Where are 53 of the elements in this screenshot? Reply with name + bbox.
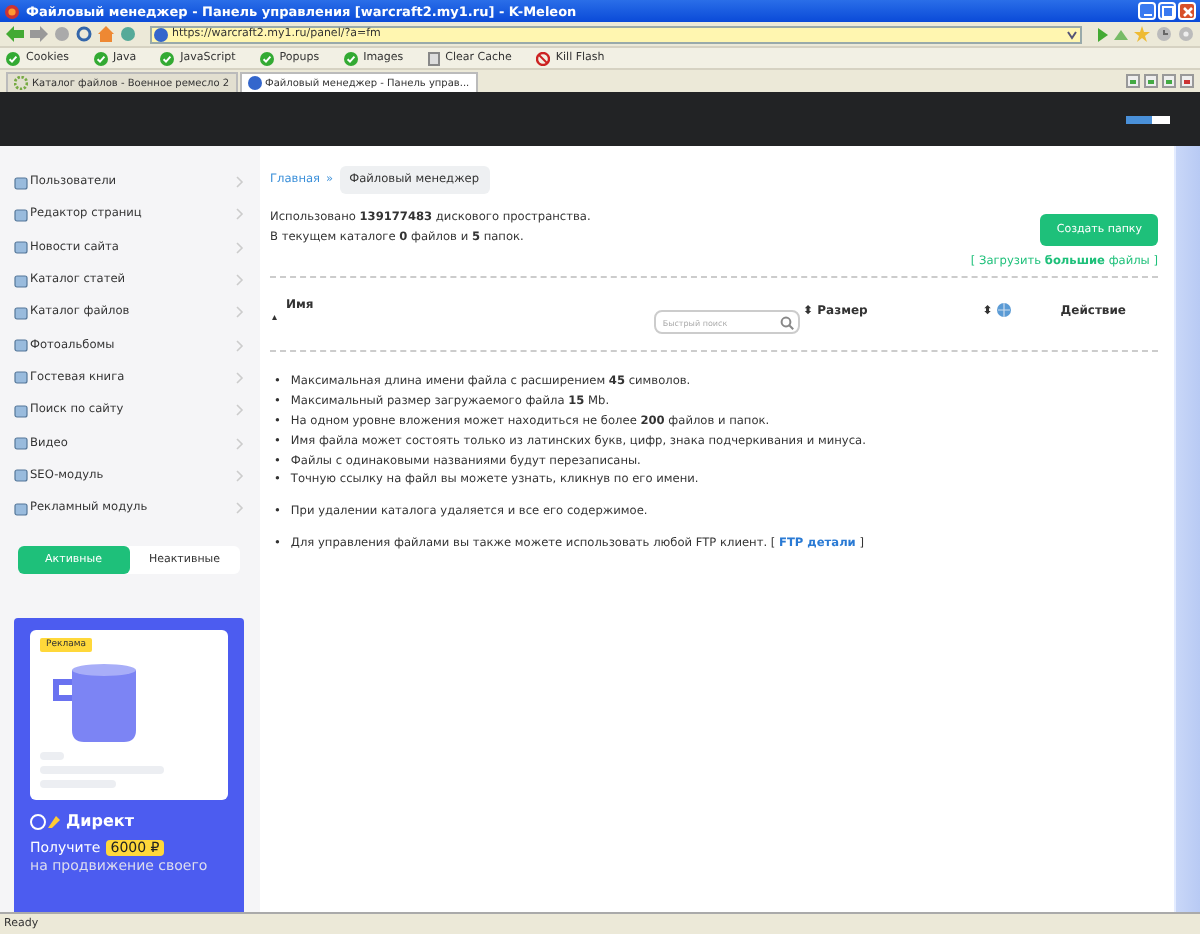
close-button[interactable] (1178, 2, 1196, 20)
module-icon (14, 468, 28, 483)
new-tab-icon[interactable] (1162, 74, 1176, 88)
window-icon[interactable] (1144, 74, 1158, 88)
module-icon (14, 273, 28, 288)
brand-name: Директ (66, 812, 134, 831)
scrollbar[interactable] (1174, 146, 1200, 912)
stop-icon[interactable] (54, 26, 70, 42)
no-entry-icon (535, 51, 550, 65)
dropdown-icon[interactable] (1066, 27, 1078, 41)
forward-arrow-icon[interactable] (30, 26, 48, 42)
home-icon[interactable] (98, 26, 114, 42)
module-icon (14, 436, 28, 451)
site-icon (247, 76, 262, 90)
module-icon (14, 370, 28, 385)
module-icon (14, 175, 28, 190)
chevron-icon (236, 241, 244, 254)
chevron-icon (236, 208, 244, 221)
module-icon (14, 501, 28, 516)
direct-logo-icon (30, 813, 62, 830)
header-widget[interactable] (1126, 115, 1170, 123)
check-icon (343, 51, 358, 65)
chevron-icon (236, 339, 244, 352)
module-icon (14, 338, 28, 353)
minimize-button[interactable] (1138, 2, 1156, 20)
close-icon (1181, 5, 1193, 17)
window-icon[interactable] (1126, 74, 1140, 88)
clock-icon[interactable] (1156, 26, 1172, 42)
chevron-icon (236, 176, 244, 189)
check-icon (160, 51, 175, 65)
chevron-icon (236, 306, 244, 319)
module-icon (14, 240, 28, 255)
check-icon (6, 51, 20, 65)
maximize-button[interactable] (1158, 2, 1176, 20)
chevron-icon (236, 437, 244, 450)
check-icon (93, 51, 108, 65)
chevron-icon (236, 469, 244, 482)
play-icon[interactable] (1096, 27, 1108, 41)
chevron-icon (236, 371, 244, 384)
site-icon (154, 27, 168, 41)
module-icon (14, 207, 28, 222)
module-icon (14, 403, 28, 418)
chevron-icon (236, 404, 244, 417)
page-icon (427, 51, 440, 65)
close-tab-icon[interactable] (1180, 74, 1194, 88)
eject-icon[interactable] (1114, 29, 1128, 39)
check-icon (259, 51, 274, 65)
chevron-icon (236, 274, 244, 287)
chevron-icon (236, 502, 244, 515)
back-arrow-icon[interactable] (6, 26, 24, 42)
app-icon (4, 3, 20, 19)
star-icon[interactable] (1134, 26, 1150, 42)
module-icon (14, 305, 28, 320)
